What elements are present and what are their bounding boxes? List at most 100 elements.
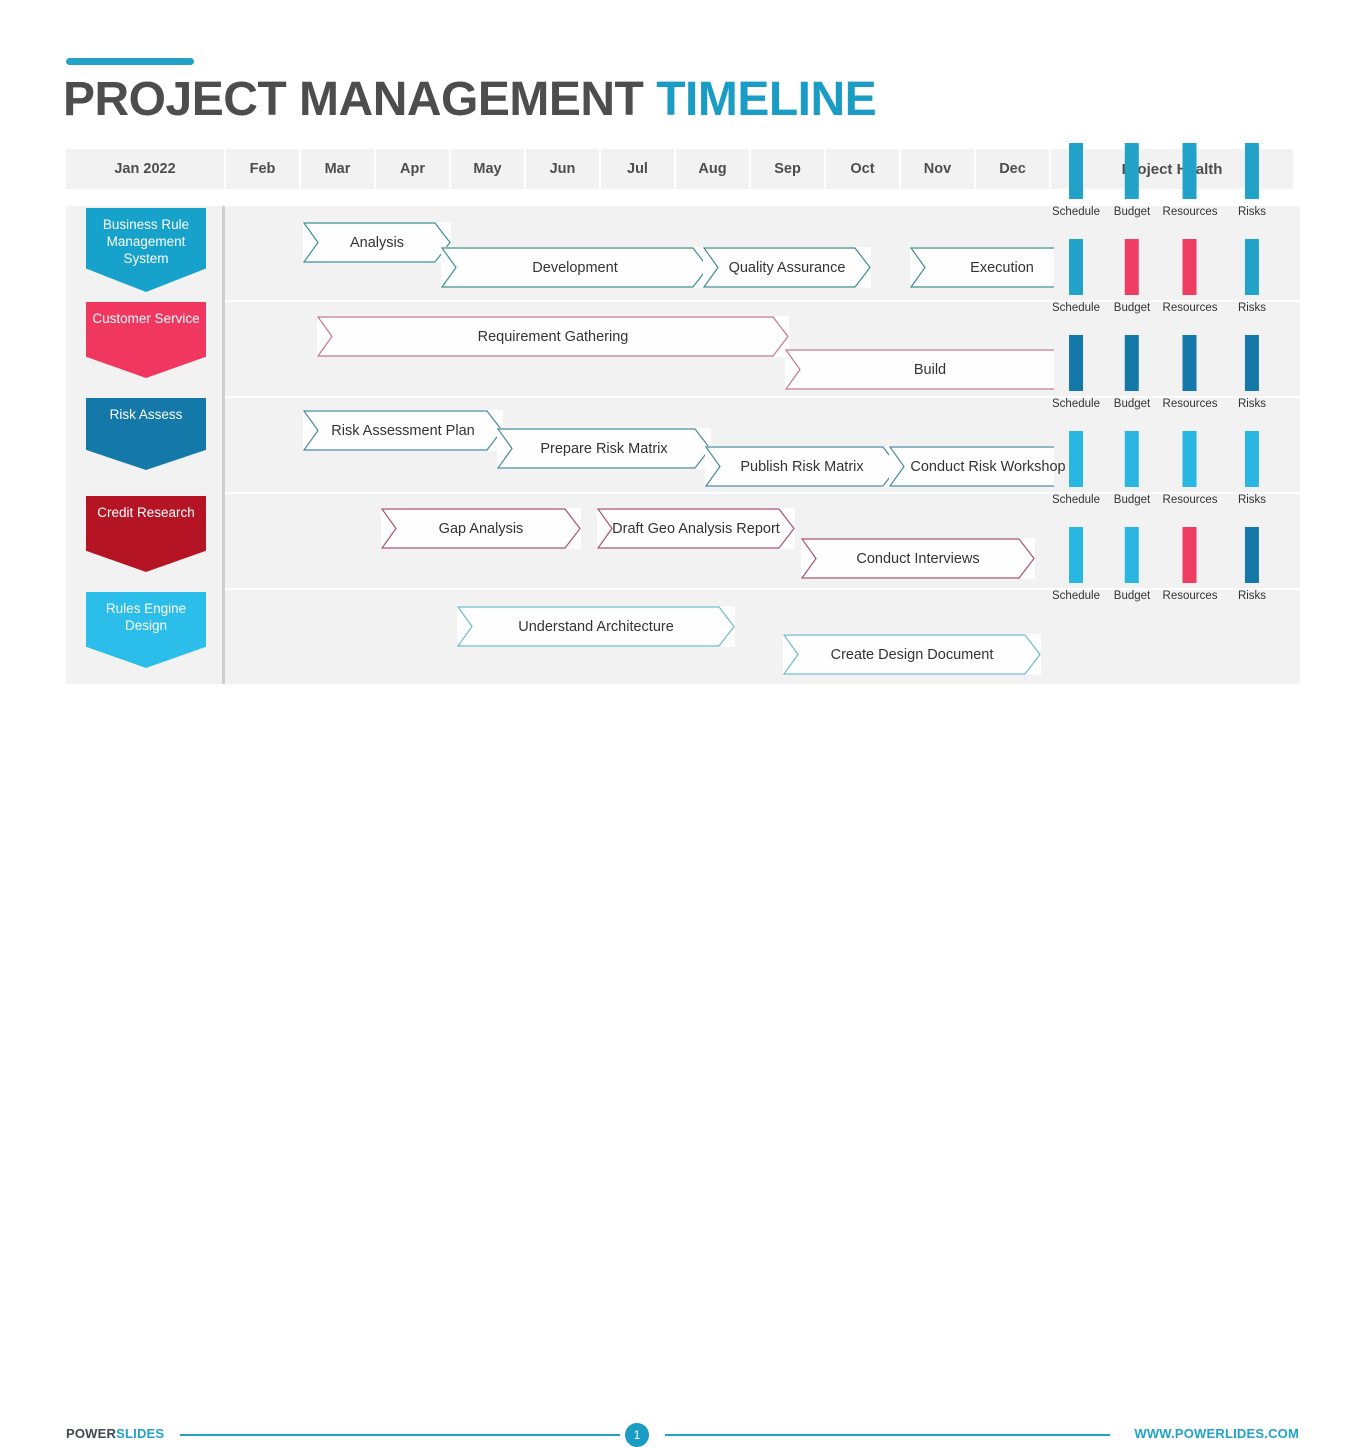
month-cell-sep[interactable]: Sep: [751, 149, 824, 189]
website-link[interactable]: WWW.POWERLIDES.COM: [1134, 1426, 1299, 1441]
health-metric[interactable]: Schedule: [1052, 527, 1100, 602]
health-metric-label: Budget: [1113, 590, 1151, 602]
health-metric-label: Risks: [1237, 206, 1267, 218]
page-title-main: PROJECT MANAGEMENT: [63, 73, 644, 126]
page-number-badge: 1: [625, 1423, 649, 1447]
health-metric[interactable]: Risks: [1238, 527, 1266, 602]
swimlane-label-2[interactable]: Risk Assess: [86, 398, 206, 470]
health-metric-label: Resources: [1162, 302, 1218, 314]
task-bar-label: Conduct Interviews: [856, 550, 980, 567]
health-status-bar: [1245, 239, 1259, 295]
timeline-board: Business Rule Management System Customer …: [66, 143, 1300, 684]
task-bar-label: Build: [913, 361, 947, 378]
month-cell-apr[interactable]: Apr: [376, 149, 449, 189]
health-status-bar: [1245, 527, 1259, 583]
health-metric-label: Schedule: [1052, 302, 1100, 314]
task-bar[interactable]: Draft Geo Analysis Report: [597, 508, 795, 549]
health-metric[interactable]: Resources: [1162, 239, 1218, 314]
task-bar[interactable]: Requirement Gathering: [317, 316, 789, 357]
health-metric[interactable]: Budget: [1114, 239, 1150, 314]
health-metric-label: Budget: [1113, 206, 1151, 218]
title-accent-bar: [66, 58, 194, 65]
timeline-row-3: Gap Analysis Draft Geo Analysis Report Con…: [225, 494, 1054, 588]
health-metric-label: Risks: [1237, 398, 1267, 410]
month-cell-oct[interactable]: Oct: [826, 149, 899, 189]
task-bar-label: Quality Assurance: [728, 259, 846, 276]
health-metric[interactable]: Risks: [1238, 335, 1266, 410]
health-metric-label: Risks: [1237, 590, 1267, 602]
month-cell-feb[interactable]: Feb: [226, 149, 299, 189]
health-status-bar: [1183, 527, 1197, 583]
health-metric-label: Budget: [1113, 398, 1151, 410]
health-metric[interactable]: Resources: [1163, 431, 1217, 506]
swimlane-label-3[interactable]: Credit Research: [86, 496, 206, 572]
task-bar[interactable]: Development: [441, 247, 709, 288]
task-bar-label: Execution: [970, 259, 1034, 276]
health-metric[interactable]: Resources: [1162, 335, 1218, 410]
health-metric[interactable]: Budget: [1114, 143, 1150, 218]
health-metric-label: Risks: [1237, 494, 1267, 506]
footer-rule-right: [665, 1434, 1110, 1436]
task-bar[interactable]: Understand Architecture: [457, 606, 735, 647]
health-metric[interactable]: Budget: [1114, 335, 1150, 410]
swimlane-label-1[interactable]: Customer Service: [86, 302, 206, 378]
task-bar[interactable]: Build: [785, 349, 1075, 390]
task-bar[interactable]: Conduct Interviews: [801, 538, 1035, 579]
swimlane-label-text: Rules Engine Design: [105, 601, 187, 633]
health-status-bar: [1245, 143, 1259, 199]
health-status-bar: [1183, 143, 1197, 199]
health-status-bar: [1069, 239, 1083, 295]
month-cell-jun[interactable]: Jun: [526, 149, 599, 189]
swimlane-sidebar: Business Rule Management System Customer …: [66, 206, 222, 684]
health-metric-label: Schedule: [1052, 590, 1100, 602]
task-bar[interactable]: Create Design Document: [783, 634, 1041, 675]
health-metric[interactable]: Schedule: [1052, 335, 1100, 410]
task-bar-label: Development: [532, 259, 618, 276]
health-metric[interactable]: Budget: [1114, 431, 1150, 506]
task-bar[interactable]: Risk Assessment Plan: [303, 410, 503, 451]
health-status-bar: [1245, 431, 1259, 487]
task-bar[interactable]: Publish Risk Matrix: [705, 446, 899, 487]
swimlane-label-text: Customer Service: [92, 311, 200, 326]
brand-logo-bold: POWER: [66, 1426, 117, 1441]
health-metric[interactable]: Budget: [1114, 527, 1150, 602]
health-metric[interactable]: Schedule: [1052, 239, 1100, 314]
health-metric[interactable]: Risks: [1238, 239, 1266, 314]
health-metric[interactable]: Schedule: [1052, 143, 1100, 218]
health-metric[interactable]: Risks: [1238, 431, 1266, 506]
page-title: PROJECT MANAGEMENT TIMELINE: [63, 72, 877, 127]
health-metric-label: Schedule: [1052, 494, 1100, 506]
health-status-bar: [1124, 527, 1139, 583]
month-cell-mar[interactable]: Mar: [301, 149, 374, 189]
swimlane-label-0[interactable]: Business Rule Management System: [86, 208, 206, 292]
month-cell-may[interactable]: May: [451, 149, 524, 189]
swimlane-label-4[interactable]: Rules Engine Design: [86, 592, 206, 668]
month-cell-jul[interactable]: Jul: [601, 149, 674, 189]
health-metric-label: Budget: [1113, 494, 1151, 506]
health-status-bar: [1183, 335, 1197, 391]
task-bar-label: Understand Architecture: [518, 618, 674, 635]
month-cell-dec[interactable]: Dec: [976, 149, 1049, 189]
month-cell-jan-2022[interactable]: Jan 2022: [66, 149, 224, 189]
health-status-bar: [1069, 143, 1083, 199]
task-bar-label: Publish Risk Matrix: [740, 458, 864, 475]
task-bar[interactable]: Gap Analysis: [381, 508, 581, 549]
health-metric-label: Resources: [1162, 398, 1218, 410]
brand-logo: POWERSLIDES: [66, 1426, 164, 1441]
timeline-row-1: Requirement Gathering Build: [225, 302, 1075, 396]
month-header-row: Jan 2022 Feb Mar Apr May Jun Jul Aug Sep Oct Nov De…: [66, 149, 1293, 189]
health-metric[interactable]: Resources: [1163, 527, 1217, 602]
health-status-bar: [1124, 335, 1139, 391]
health-row-4: Schedule Budget Resources Risks: [1052, 527, 1300, 684]
brand-logo-accent: SLIDES: [116, 1426, 165, 1441]
page-title-highlight: TIMELINE: [656, 73, 877, 126]
health-metric[interactable]: Resources: [1163, 143, 1217, 218]
month-cell-nov[interactable]: Nov: [901, 149, 974, 189]
health-metric[interactable]: Risks: [1238, 143, 1266, 218]
task-bar[interactable]: Quality Assurance: [703, 247, 871, 288]
task-bar-label: Create Design Document: [830, 646, 994, 663]
month-cell-aug[interactable]: Aug: [676, 149, 749, 189]
task-bar[interactable]: Analysis: [303, 222, 451, 263]
task-bar[interactable]: Prepare Risk Matrix: [497, 428, 711, 469]
health-status-bar: [1183, 431, 1197, 487]
